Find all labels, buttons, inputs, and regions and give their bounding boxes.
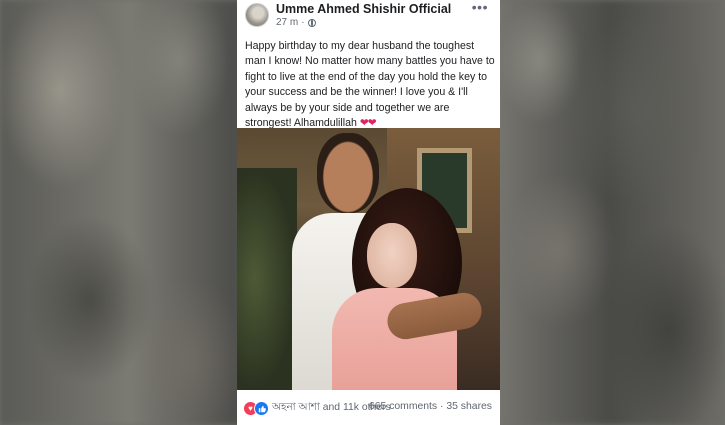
facebook-post-card: Umme Ahmed Shishir Official 27 m · ••• H… [237, 0, 500, 425]
author-name[interactable]: Umme Ahmed Shishir Official [276, 2, 451, 16]
photo-plant [237, 168, 297, 390]
post-meta: 27 m · [276, 17, 316, 28]
post-photo[interactable] [237, 128, 500, 390]
like-reaction-icon [254, 401, 269, 416]
post-time[interactable]: 27 m [276, 17, 298, 28]
meta-separator: · [301, 17, 305, 28]
more-icon[interactable]: ••• [472, 0, 488, 14]
photo-man-head [317, 133, 379, 213]
comment-share-counts[interactable]: 665 comments · 35 shares [369, 401, 492, 412]
avatar[interactable] [245, 3, 269, 27]
thumbs-up-icon [258, 405, 266, 412]
post-message: Happy birthday to my dear husband the to… [245, 40, 495, 130]
post-footer: ♥ অহনা আশা and 11k others 665 comments ·… [237, 390, 500, 425]
photo-woman-face [367, 223, 417, 288]
post-text: Happy birthday to my dear husband the to… [245, 39, 495, 131]
post-header: Umme Ahmed Shishir Official 27 m · ••• [237, 0, 500, 36]
globe-icon [307, 18, 316, 27]
